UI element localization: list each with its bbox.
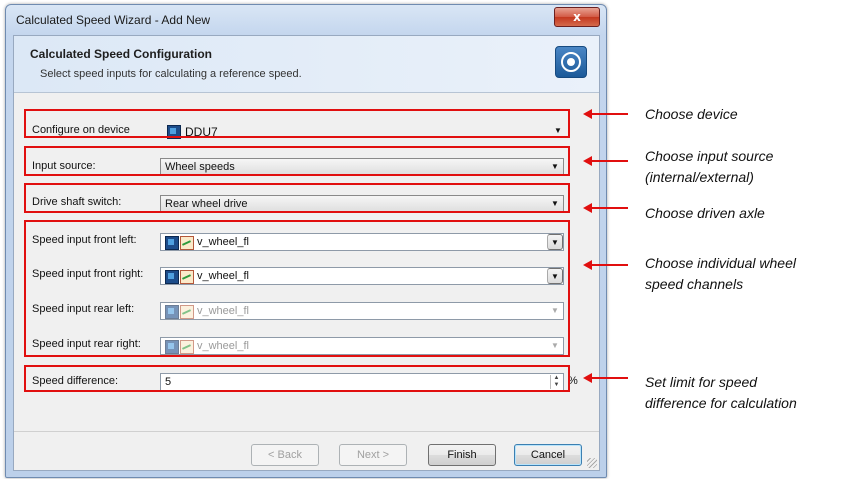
annotation-input-source: Choose input source (internal/external) (645, 146, 773, 188)
speed-difference-highlight-box (24, 365, 570, 392)
arrow-line (590, 377, 628, 379)
annotation-speed-limit-line2: difference for calculation (645, 395, 797, 411)
close-button[interactable]: x (554, 7, 600, 27)
arrow-line (590, 207, 628, 209)
header-title: Calculated Speed Configuration (30, 47, 213, 61)
finish-button[interactable]: Finish (428, 444, 496, 466)
annotation-input-source-line2: (internal/external) (645, 169, 754, 185)
annotation-input-source-line1: Choose input source (645, 148, 774, 164)
annotation-driven-axle: Choose driven axle (645, 205, 765, 221)
wheel-icon (555, 46, 587, 78)
back-button[interactable]: < Back (251, 444, 319, 466)
arrow-line (590, 113, 628, 115)
resize-grip-icon[interactable] (587, 458, 597, 468)
next-button[interactable]: Next > (339, 444, 407, 466)
annotation-speed-limit: Set limit for speed difference for calcu… (645, 372, 797, 414)
device-highlight-box (24, 109, 570, 138)
wizard-header: Calculated Speed Configuration Select sp… (14, 36, 599, 93)
input-source-highlight-box (24, 146, 570, 176)
annotation-wheel-channels-line1: Choose individual wheel (645, 255, 796, 271)
window-title: Calculated Speed Wizard - Add New (16, 13, 211, 27)
annotation-wheel-channels: Choose individual wheel speed channels (645, 253, 796, 295)
header-subtitle: Select speed inputs for calculating a re… (40, 68, 302, 80)
annotation-wheel-channels-line2: speed channels (645, 276, 744, 292)
drive-shaft-highlight-box (24, 183, 570, 213)
footer-divider (14, 431, 599, 432)
arrow-line (590, 160, 628, 162)
annotation-choose-device: Choose device (645, 106, 738, 122)
speed-inputs-highlight-box (24, 220, 570, 357)
arrow-line (590, 264, 628, 266)
annotation-speed-limit-line1: Set limit for speed (645, 374, 758, 390)
cancel-button[interactable]: Cancel (514, 444, 582, 466)
